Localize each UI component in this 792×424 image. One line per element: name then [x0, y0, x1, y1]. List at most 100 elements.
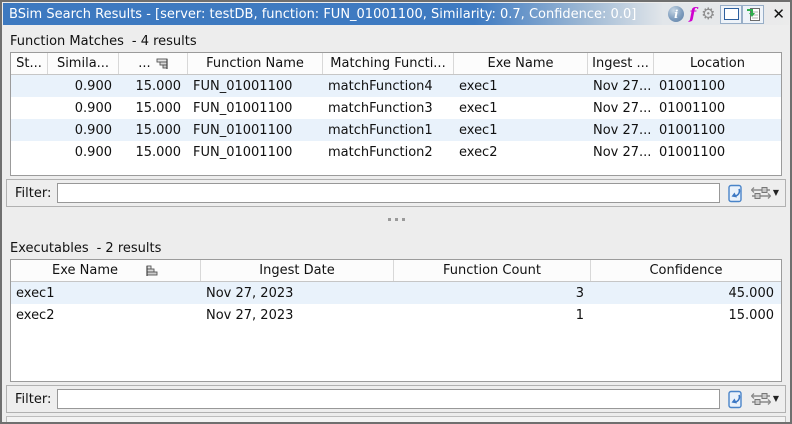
window-glyph-icon — [724, 8, 739, 20]
executables-title: Executables — [10, 241, 89, 256]
cell-ingest-date: Nov 27... — [588, 75, 654, 97]
cell-status — [11, 97, 48, 119]
cell-exe-name: exec1 — [11, 282, 201, 304]
cell-similarity: 0.900 — [48, 75, 119, 97]
executables-header: Exe Name Ingest Date Function Count Conf… — [11, 260, 781, 282]
cell-status — [11, 75, 48, 97]
table-row[interactable]: 0.900 15.000 FUN_01001100 matchFunction2… — [11, 141, 781, 163]
function-matches-title: Function Matches — [10, 34, 124, 49]
col-ingest-date[interactable]: Ingest Date — [201, 260, 394, 281]
create-column-filter-icon[interactable] — [726, 390, 745, 409]
window-placement-icon[interactable] — [720, 5, 742, 24]
close-icon[interactable]: ✕ — [772, 7, 785, 22]
cell-exe-name: exec1 — [454, 119, 588, 141]
cell-exe-name: exec2 — [11, 304, 201, 326]
cell-confidence: 45.000 — [591, 282, 781, 304]
function-matches-count: - 4 results — [132, 34, 197, 49]
table-row[interactable]: exec1 Nov 27, 2023 3 45.000 — [11, 282, 781, 304]
col-exe-name[interactable]: Exe Name — [454, 53, 588, 74]
table-row[interactable]: 0.900 15.000 FUN_01001100 matchFunction3… — [11, 97, 781, 119]
snapshot-icon[interactable] — [742, 5, 764, 24]
executables-label: Executables - 2 results — [10, 241, 790, 256]
executables-count: - 2 results — [97, 241, 162, 256]
col-exe-name[interactable]: Exe Name — [11, 260, 201, 281]
col-exe-name-label: Exe Name — [52, 263, 118, 278]
function-matches-label: Function Matches - 4 results — [10, 34, 790, 49]
cell-function-name: FUN_01001100 — [188, 119, 323, 141]
function-matches-body: 0.900 15.000 FUN_01001100 matchFunction4… — [11, 75, 781, 175]
col-function-count[interactable]: Function Count — [394, 260, 591, 281]
gear-icon[interactable]: ⚙ — [701, 6, 715, 22]
cell-ingest-date: Nov 27, 2023 — [201, 304, 394, 326]
table-row[interactable]: 0.900 15.000 FUN_01001100 matchFunction1… — [11, 119, 781, 141]
col-ingest-date[interactable]: Ingest ... — [588, 53, 654, 74]
col-confidence[interactable]: Confidence — [591, 260, 781, 281]
executables-filterbar: Filter: ▼ — [6, 385, 786, 413]
cell-matching-function: matchFunction3 — [323, 97, 454, 119]
cell-function-count: 3 — [394, 282, 591, 304]
cell-status — [11, 119, 48, 141]
sort-ascending-icon — [146, 265, 159, 277]
cell-function-name: FUN_01001100 — [188, 141, 323, 163]
cell-confidence: 15.000 — [119, 119, 188, 141]
cell-ingest-date: Nov 27, 2023 — [201, 282, 394, 304]
col-function-name[interactable]: Function Name — [188, 53, 323, 74]
titlebar: BSim Search Results - [server: testDB, f… — [3, 3, 789, 25]
executables-body: exec1 Nov 27, 2023 3 45.000 exec2 Nov 27… — [11, 282, 781, 381]
cell-matching-function: matchFunction1 — [323, 119, 454, 141]
function-icon[interactable]: f — [689, 6, 696, 22]
create-column-filter-icon[interactable] — [726, 184, 745, 203]
filter-input[interactable] — [57, 389, 719, 409]
cell-confidence: 15.000 — [119, 97, 188, 119]
filter-input[interactable] — [57, 183, 719, 203]
cell-location: 01001100 — [654, 75, 781, 97]
cell-location: 01001100 — [654, 97, 781, 119]
cell-exe-name: exec2 — [454, 141, 588, 163]
cell-exe-name: exec1 — [454, 97, 588, 119]
col-confidence[interactable]: ... — [119, 53, 188, 74]
cell-ingest-date: Nov 27... — [588, 141, 654, 163]
cell-confidence: 15.000 — [119, 141, 188, 163]
filter-options-icon — [751, 186, 771, 200]
filter-options-button[interactable]: ▼ — [751, 186, 779, 200]
filter-label: Filter: — [15, 186, 51, 201]
table-row[interactable]: 0.900 15.000 FUN_01001100 matchFunction4… — [11, 75, 781, 97]
filter-options-dropdown-arrow: ▼ — [773, 189, 779, 197]
splitter-dot — [395, 218, 398, 221]
cell-similarity: 0.900 — [48, 141, 119, 163]
cell-exe-name: exec1 — [454, 75, 588, 97]
filter-options-button[interactable]: ▼ — [751, 392, 779, 406]
cell-matching-function: matchFunction4 — [323, 75, 454, 97]
window-title: BSim Search Results - [server: testDB, f… — [9, 7, 668, 22]
cell-matching-function: matchFunction2 — [323, 141, 454, 163]
cell-confidence: 15.000 — [119, 75, 188, 97]
col-matching-function[interactable]: Matching Functi... — [323, 53, 454, 74]
sort-descending-icon — [155, 58, 168, 70]
cell-ingest-date: Nov 27... — [588, 97, 654, 119]
cell-function-name: FUN_01001100 — [188, 75, 323, 97]
filter-options-icon — [751, 392, 771, 406]
bsim-search-results-window: BSim Search Results - [server: testDB, f… — [0, 0, 792, 424]
function-matches-header: St... Simila... ... Function Name Matchi… — [11, 53, 781, 75]
splitter-dot — [388, 218, 391, 221]
col-status[interactable]: St... — [11, 53, 48, 74]
cell-confidence: 15.000 — [591, 304, 781, 326]
info-icon[interactable]: i — [668, 6, 684, 22]
col-location[interactable]: Location — [654, 53, 781, 74]
cell-location: 01001100 — [654, 119, 781, 141]
col-confidence-label: ... — [138, 56, 150, 71]
function-matches-table: St... Simila... ... Function Name Matchi… — [10, 52, 782, 176]
cell-function-name: FUN_01001100 — [188, 97, 323, 119]
titlebar-actions: i f ⚙ ✕ — [668, 5, 785, 24]
snapshot-glyph-icon — [746, 7, 761, 22]
cell-similarity: 0.900 — [48, 97, 119, 119]
table-row[interactable]: exec2 Nov 27, 2023 1 15.000 — [11, 304, 781, 326]
cell-similarity: 0.900 — [48, 119, 119, 141]
status-bar — [6, 416, 786, 424]
col-similarity[interactable]: Simila... — [48, 53, 119, 74]
splitter-handle[interactable] — [2, 207, 790, 232]
function-matches-filterbar: Filter: ▼ — [6, 179, 786, 207]
executables-table: Exe Name Ingest Date Function Count Conf… — [10, 259, 782, 382]
cell-ingest-date: Nov 27... — [588, 119, 654, 141]
filter-options-dropdown-arrow: ▼ — [773, 395, 779, 403]
